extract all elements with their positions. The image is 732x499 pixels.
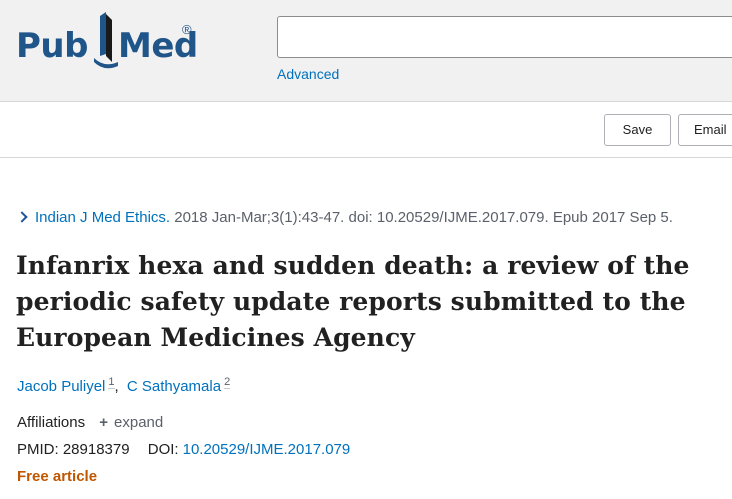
journal-link[interactable]: Indian J Med Ethics. [35, 209, 170, 226]
plus-icon: + [99, 414, 109, 431]
citation-line: Indian J Med Ethics. 2018 Jan-Mar;3(1):4… [16, 209, 673, 226]
site-header: Pub Med ® Advanced [0, 0, 732, 102]
advanced-search-link[interactable]: Advanced [277, 66, 339, 82]
affiliation-number[interactable]: 2 [224, 376, 231, 389]
authors-list: Jacob Puliyel 1, C Sathyamala 2 [17, 376, 231, 395]
expand-affiliations-button[interactable]: + expand [99, 414, 163, 431]
pubmed-book-icon [94, 12, 118, 69]
search-input[interactable] [277, 16, 732, 58]
pmid-value: 28918379 [62, 441, 130, 458]
logo-text-pub: Pub [16, 26, 88, 66]
expand-label: expand [114, 414, 164, 431]
article-toolbar: Save Email [0, 102, 732, 158]
affiliation-number[interactable]: 1 [108, 376, 115, 389]
article-title: Infanrix hexa and sudden death: a review… [16, 251, 690, 352]
pubmed-logo[interactable]: Pub Med ® [16, 10, 206, 72]
identifiers-row: PMID: 28918379 DOI: 10.20529/IJME.2017.07… [17, 441, 350, 458]
affiliations-label: Affiliations [17, 414, 86, 431]
registered-mark: ® [182, 22, 192, 37]
email-button[interactable]: Email [678, 114, 732, 146]
free-article-badge: Free article [17, 468, 98, 485]
citation-text: 2018 Jan-Mar;3(1):43-47. doi: 10.20529/I… [174, 209, 673, 226]
affiliations-row: Affiliations + expand [17, 414, 163, 431]
author-link[interactable]: C Sathyamala [127, 378, 221, 395]
pmid-label: PMID: [17, 441, 59, 458]
doi-link[interactable]: 10.20529/IJME.2017.079 [183, 441, 351, 458]
author-separator: , [114, 378, 119, 395]
author-link[interactable]: Jacob Puliyel [17, 378, 105, 395]
chevron-right-icon[interactable] [16, 211, 28, 223]
doi-label: DOI: [147, 441, 179, 458]
save-button[interactable]: Save [604, 114, 671, 146]
